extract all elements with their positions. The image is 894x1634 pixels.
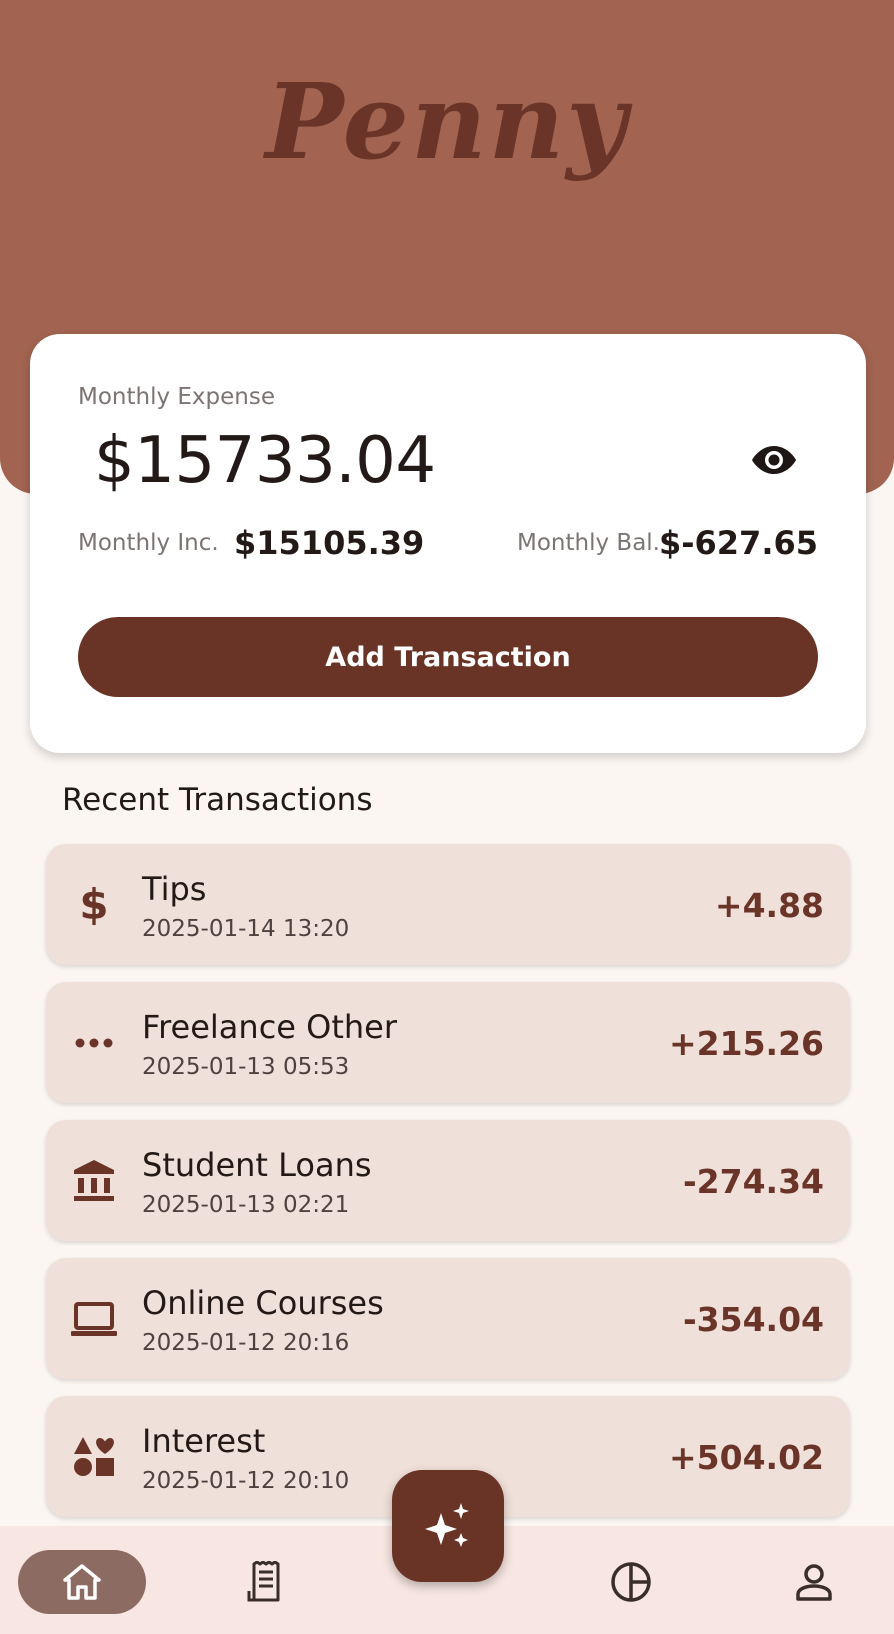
transaction-name: Interest xyxy=(142,1422,266,1460)
recent-transactions-title: Recent Transactions xyxy=(62,782,373,818)
receipt-icon xyxy=(247,1561,280,1602)
monthly-summary-card: Monthly Expense $15733.04 Monthly Inc. $… xyxy=(30,334,866,753)
category-shapes-icon xyxy=(66,1429,122,1485)
transaction-amount: +504.02 xyxy=(669,1438,824,1477)
transaction-item-student-loans[interactable]: Student Loans 2025-01-13 02:21 -274.34 xyxy=(46,1120,850,1241)
nav-home[interactable] xyxy=(18,1550,146,1614)
bank-icon xyxy=(66,1153,122,1209)
transaction-name: Online Courses xyxy=(142,1284,384,1322)
sparkle-icon xyxy=(425,1503,469,1547)
nav-profile[interactable] xyxy=(750,1550,878,1614)
app-logo: Penny xyxy=(265,60,629,183)
pie-chart-icon xyxy=(611,1562,651,1602)
transaction-date: 2025-01-13 05:53 xyxy=(142,1054,350,1080)
home-icon xyxy=(63,1564,101,1600)
transaction-item-online-courses[interactable]: Online Courses 2025-01-12 20:16 -354.04 xyxy=(46,1258,850,1379)
monthly-income-value: $15105.39 xyxy=(234,524,425,562)
nav-transactions[interactable] xyxy=(201,1550,329,1614)
more-horiz-icon xyxy=(66,1015,122,1071)
transaction-date: 2025-01-12 20:10 xyxy=(142,1468,350,1494)
transaction-date: 2025-01-12 20:16 xyxy=(142,1330,350,1356)
transaction-amount: -354.04 xyxy=(682,1300,824,1339)
transaction-item-tips[interactable]: $ Tips 2025-01-14 13:20 +4.88 xyxy=(46,844,850,965)
transaction-date: 2025-01-14 13:20 xyxy=(142,916,350,942)
eye-icon xyxy=(752,446,796,474)
person-icon xyxy=(796,1564,832,1601)
add-transaction-button[interactable]: Add Transaction xyxy=(78,617,818,697)
monthly-income-label: Monthly Inc. xyxy=(78,530,219,556)
laptop-icon xyxy=(66,1291,122,1347)
transaction-amount: -274.34 xyxy=(682,1162,824,1201)
ai-assistant-fab[interactable] xyxy=(392,1470,504,1582)
transaction-list: $ Tips 2025-01-14 13:20 +4.88 Freelance … xyxy=(46,844,850,1534)
monthly-balance-value: $-627.65 xyxy=(658,524,818,562)
transaction-name: Tips xyxy=(142,870,207,908)
monthly-expense-value: $15733.04 xyxy=(94,424,436,498)
transaction-date: 2025-01-13 02:21 xyxy=(142,1192,350,1218)
monthly-expense-label: Monthly Expense xyxy=(78,384,276,410)
svg-text:$: $ xyxy=(79,881,108,929)
transaction-name: Freelance Other xyxy=(142,1008,397,1046)
transaction-item-freelance-other[interactable]: Freelance Other 2025-01-13 05:53 +215.26 xyxy=(46,982,850,1103)
toggle-visibility-button[interactable] xyxy=(742,428,806,492)
dollar-icon: $ xyxy=(66,877,122,933)
app-screen: Penny Monthly Expense $15733.04 Monthly … xyxy=(0,0,894,1634)
monthly-balance-label: Monthly Bal. xyxy=(517,530,660,556)
transaction-name: Student Loans xyxy=(142,1146,372,1184)
transaction-amount: +215.26 xyxy=(669,1024,824,1063)
nav-statistics[interactable] xyxy=(567,1550,695,1614)
transaction-amount: +4.88 xyxy=(714,886,824,925)
